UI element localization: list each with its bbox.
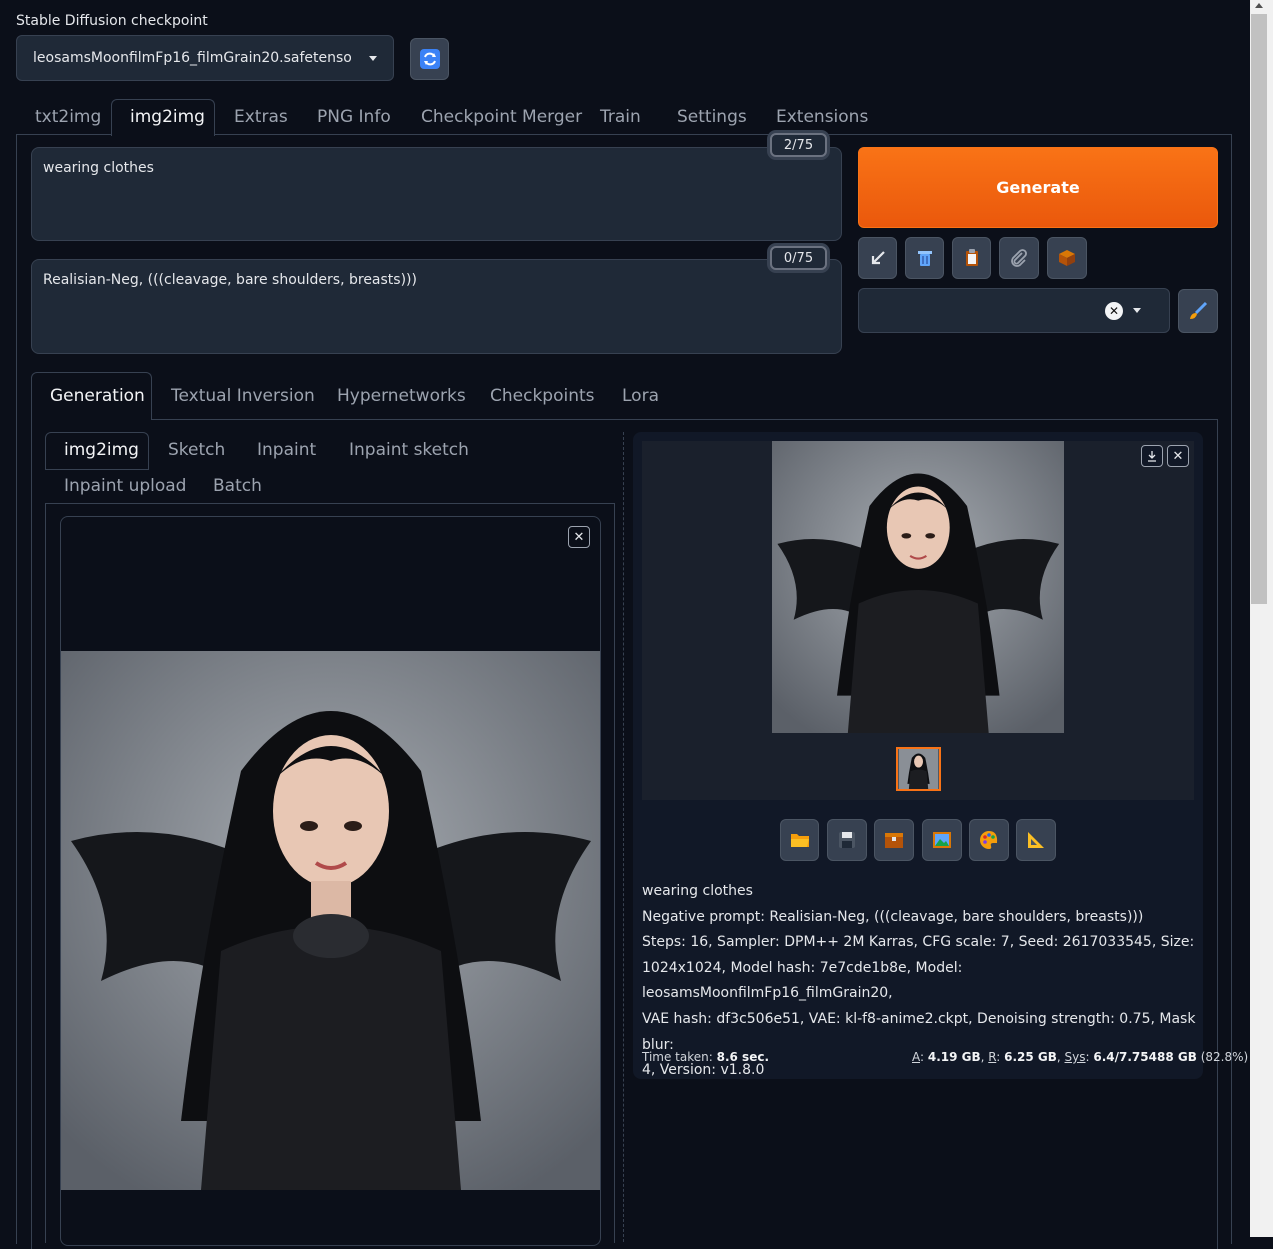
remove-image-icon[interactable]: ✕ — [568, 526, 590, 548]
clear-prompt-button[interactable] — [905, 237, 944, 279]
zip-icon — [885, 833, 903, 848]
refresh-icon — [419, 49, 440, 69]
r-label: R — [988, 1050, 997, 1064]
prompt-input[interactable]: wearing clothes — [31, 147, 842, 241]
close-gallery-icon[interactable]: ✕ — [1167, 445, 1189, 467]
download-icon[interactable] — [1141, 445, 1163, 467]
save-icon — [839, 832, 855, 848]
tab-generation[interactable]: Generation — [50, 386, 145, 406]
generate-button[interactable]: Generate — [858, 147, 1218, 228]
time-label: Time taken: — [642, 1050, 713, 1064]
info-params-2: 1024x1024, Model hash: 7e7cde1b8e, Model… — [642, 959, 963, 1002]
checkpoint-value: leosamsMoonfilmFp16_filmGrain20.safetens… — [33, 50, 351, 66]
zip-button[interactable] — [874, 819, 914, 861]
info-params-1: Steps: 16, Sampler: DPM++ 2M Karras, CFG… — [642, 934, 1195, 951]
vram-stats: A: 4.19 GB, R: 6.25 GB, Sys: 6.4/7.75488… — [912, 1050, 1249, 1064]
tab-checkpoints[interactable]: Checkpoints — [490, 386, 595, 406]
output-thumbnail[interactable] — [896, 747, 941, 791]
info-prompt: wearing clothes — [642, 883, 753, 899]
save-button[interactable] — [827, 819, 867, 861]
r-value: 6.25 GB — [1004, 1050, 1057, 1064]
clipboard-icon — [965, 249, 978, 266]
styles-dropdown[interactable]: ✕ — [858, 288, 1170, 333]
send-to-inpaint-button[interactable] — [969, 819, 1009, 861]
tab-batch[interactable]: Batch — [213, 476, 262, 496]
arrow-icon — [871, 251, 885, 265]
tab-png-info[interactable]: PNG Info — [317, 107, 391, 127]
tab-lora[interactable]: Lora — [622, 386, 659, 406]
tab-sketch[interactable]: Sketch — [168, 440, 225, 460]
trash-icon — [917, 251, 932, 266]
output-image[interactable] — [772, 441, 1064, 733]
input-image — [61, 651, 600, 1190]
save-style-button[interactable] — [1047, 237, 1087, 279]
sys-value: 6.4/7.75488 GB — [1093, 1050, 1197, 1064]
refresh-checkpoint-button[interactable] — [410, 38, 449, 80]
negative-prompt-token-counter: 0/75 — [770, 246, 827, 270]
tab-inpaint-sketch[interactable]: Inpaint sketch — [349, 440, 469, 460]
tab-inpaint[interactable]: Inpaint — [257, 440, 316, 460]
tab-img2img[interactable]: img2img — [130, 107, 205, 127]
clear-x-icon[interactable]: ✕ — [1105, 301, 1123, 320]
extra-networks-button[interactable] — [999, 237, 1039, 279]
info-negative: Negative prompt: Realisian-Neg, (((cleav… — [642, 908, 1144, 925]
read-params-button[interactable] — [858, 237, 897, 279]
tab-settings[interactable]: Settings — [677, 107, 747, 127]
scroll-up-icon[interactable] — [1255, 3, 1263, 8]
tab-checkpoint-merger[interactable]: Checkpoint Merger — [421, 107, 582, 127]
paintbrush-icon — [1190, 301, 1208, 319]
chevron-down-icon — [1133, 308, 1141, 313]
palette-icon — [980, 831, 998, 849]
scrollbar-thumb[interactable] — [1251, 14, 1267, 604]
edit-styles-button[interactable] — [1178, 289, 1218, 333]
box-icon — [1059, 250, 1075, 266]
tab-extras[interactable]: Extras — [234, 107, 288, 127]
tab-img2img-inner[interactable]: img2img — [64, 440, 139, 460]
tab-train[interactable]: Train — [600, 107, 641, 127]
time-taken: Time taken: 8.6 sec. — [642, 1050, 769, 1064]
checkpoint-label: Stable Diffusion checkpoint — [16, 13, 208, 29]
send-to-extras-button[interactable] — [1016, 819, 1056, 861]
paperclip-icon — [1011, 249, 1027, 267]
column-divider — [623, 432, 624, 1242]
folder-icon — [790, 834, 809, 847]
a-value: 4.19 GB — [927, 1050, 981, 1064]
tab-extensions[interactable]: Extensions — [776, 107, 868, 127]
image-icon — [933, 832, 951, 848]
sys-pct: (82.8%) — [1200, 1050, 1249, 1064]
tab-inpaint-upload[interactable]: Inpaint upload — [64, 476, 186, 496]
negative-prompt-input[interactable]: Realisian-Neg, (((cleavage, bare shoulde… — [31, 259, 842, 354]
time-value: 8.6 sec. — [716, 1050, 770, 1064]
tab-hypernetworks[interactable]: Hypernetworks — [337, 386, 466, 406]
tab-textual-inversion[interactable]: Textual Inversion — [171, 386, 315, 406]
tab-txt2img[interactable]: txt2img — [35, 107, 101, 127]
checkpoint-dropdown[interactable]: leosamsMoonfilmFp16_filmGrain20.safetens… — [16, 35, 394, 81]
ruler-icon — [1028, 832, 1044, 848]
open-folder-button[interactable] — [780, 819, 819, 861]
chevron-down-icon — [369, 55, 377, 61]
send-to-img2img-button[interactable] — [922, 819, 962, 861]
apply-styles-button[interactable] — [952, 237, 991, 279]
a-label: A — [912, 1050, 920, 1064]
prompt-token-counter: 2/75 — [770, 133, 827, 157]
sys-label: Sys — [1064, 1050, 1086, 1064]
